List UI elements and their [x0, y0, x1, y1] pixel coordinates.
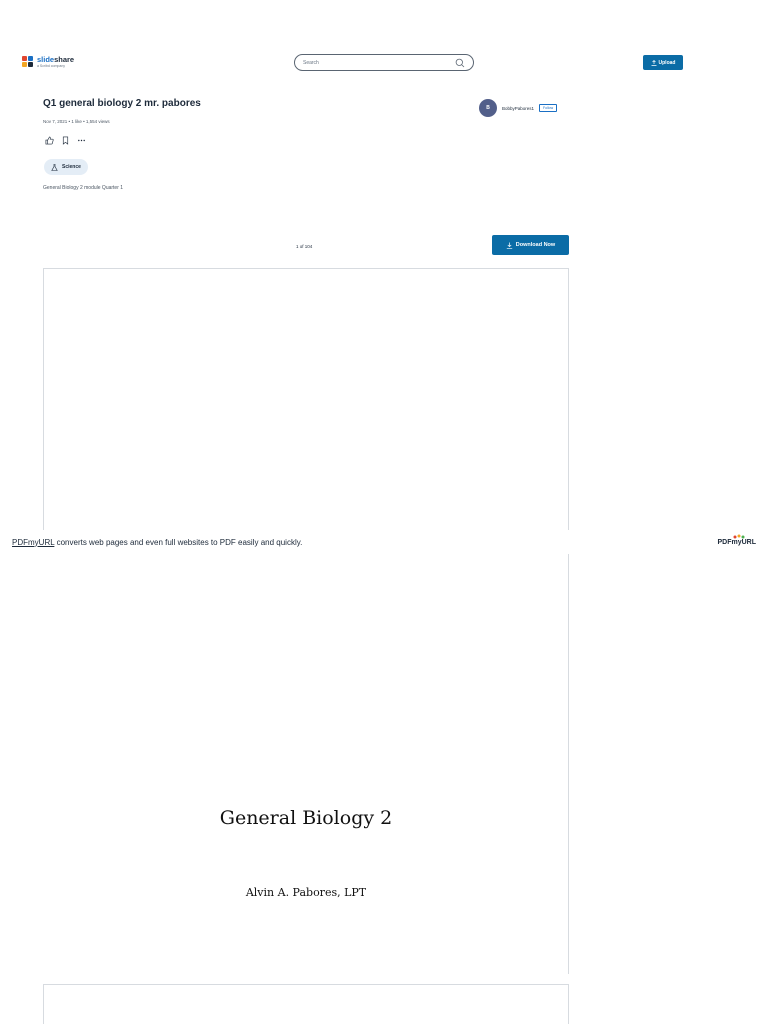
more-options-button[interactable]	[76, 135, 86, 145]
avatar[interactable]: B	[479, 99, 497, 117]
bookmark-icon	[62, 136, 68, 145]
more-icon	[77, 139, 85, 141]
pdf-banner: PDFmyURL converts web pages and even ful…	[0, 530, 768, 554]
slide-title: General Biology 2	[219, 807, 393, 829]
pdfmyurl-logo[interactable]: PDFmyURL	[717, 534, 756, 546]
document-actions	[44, 135, 86, 145]
logo-name: slideshare	[37, 55, 75, 64]
search-input[interactable]: Search	[294, 54, 474, 71]
slideshare-logo[interactable]: slideshare a Scribd company	[22, 54, 82, 70]
upload-icon	[651, 59, 657, 66]
download-label: Download Now	[515, 242, 556, 248]
slide-author: Alvin A. Pabores, LPT	[245, 886, 367, 899]
document-title: Q1 general biology 2 mr. pabores	[43, 98, 201, 109]
follow-button[interactable]: Follow	[539, 104, 558, 112]
slideshare-logo-icon	[22, 56, 34, 68]
next-slide-page	[43, 984, 569, 1024]
search-icon[interactable]	[455, 58, 465, 68]
logo-subtitle: a Scribd company	[37, 63, 66, 68]
author-info: B BobbyPabores1 Follow	[479, 99, 558, 117]
thumbs-up-icon	[45, 136, 54, 144]
upload-label: Upload	[658, 59, 676, 66]
save-button[interactable]	[60, 135, 70, 145]
search-placeholder: Search	[303, 59, 319, 66]
category-chip[interactable]: Science	[44, 159, 88, 175]
slide-page	[43, 268, 569, 530]
download-button[interactable]: Download Now	[492, 235, 569, 255]
document-meta: Nov 7, 2021 • 1 like • 1,554 views	[43, 119, 110, 124]
flask-icon	[51, 163, 58, 171]
upload-button[interactable]: Upload	[643, 55, 683, 70]
download-icon	[506, 242, 512, 249]
page-count: 1 of 104	[296, 244, 313, 249]
category-label: Science	[62, 164, 81, 170]
pdf-banner-text: PDFmyURL converts web pages and even ful…	[12, 537, 303, 547]
author-name[interactable]: BobbyPabores1	[502, 106, 534, 111]
pdfmyurl-link[interactable]: PDFmyURL	[12, 538, 54, 547]
slide-content: General Biology 2 Alvin A. Pabores, LPT	[43, 554, 569, 974]
like-button[interactable]	[44, 135, 54, 145]
document-description: General Biology 2 module Quarter 1	[43, 185, 124, 191]
pdfmyurl-logo-icon	[733, 534, 745, 538]
